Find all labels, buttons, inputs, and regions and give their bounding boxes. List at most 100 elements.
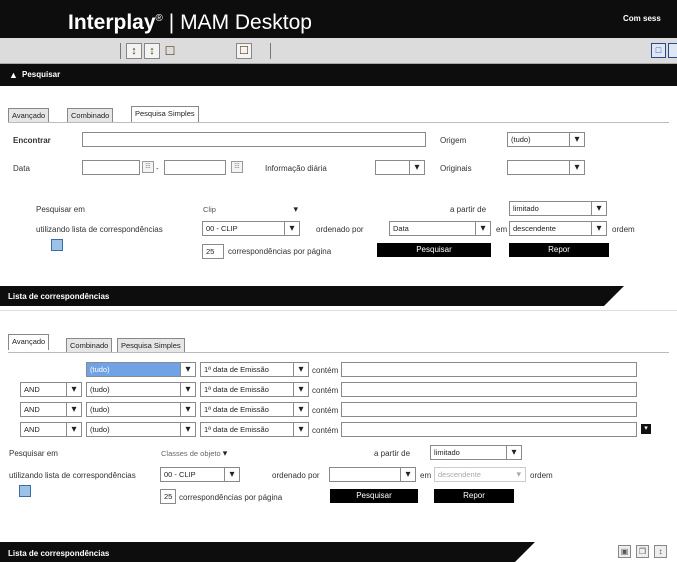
app-header: Interplay® | MAM Desktop Com sess — [0, 0, 677, 38]
criteria-attribute-select[interactable]: 1ª data de Emissão — [200, 402, 309, 417]
criteria-condition: contém — [312, 426, 339, 435]
search-section-header[interactable]: ▲ Pesquisar — [0, 64, 677, 86]
chevron-down-icon[interactable]: ▾ — [223, 448, 228, 458]
save-query-icon[interactable] — [51, 239, 63, 251]
search-in-select[interactable]: Classes de objeto ▾ — [161, 447, 251, 460]
cart-remove-icon[interactable]: ↕ — [144, 43, 160, 59]
criteria-field-value: (tudo) — [90, 405, 110, 414]
cart-add-icon[interactable]: ↕ — [654, 545, 667, 558]
criteria-operator-select[interactable]: AND — [20, 382, 82, 397]
chevron-down-icon[interactable] — [506, 446, 521, 459]
chevron-down-icon[interactable] — [180, 403, 195, 416]
results-list-header[interactable]: Lista de correspondências — [0, 286, 604, 306]
chevron-down-icon[interactable] — [284, 222, 299, 235]
chevron-down-icon[interactable] — [180, 423, 195, 436]
chevron-down-icon[interactable] — [66, 423, 81, 436]
caret-up-icon[interactable]: ▲ — [9, 69, 18, 81]
criteria-operator-value: AND — [24, 385, 40, 394]
tab-advanced[interactable]: Avançado — [8, 108, 50, 122]
chevron-down-icon[interactable] — [569, 133, 584, 146]
results-bar-tail — [604, 286, 624, 306]
screenshot-separator — [0, 310, 677, 311]
criteria-field-select[interactable]: (tudo) — [86, 402, 196, 417]
find-input[interactable] — [82, 132, 426, 147]
calendar-icon[interactable]: ☷ — [142, 161, 154, 173]
reset-button[interactable]: Repor — [509, 243, 609, 257]
cart-icon[interactable]: ☐ — [162, 43, 178, 59]
criteria-field-select[interactable]: (tudo) — [86, 422, 196, 437]
save-query-icon[interactable] — [19, 485, 31, 497]
copy-icon[interactable]: ❐ — [636, 545, 649, 558]
in-label: em — [496, 225, 508, 234]
per-page-input[interactable]: 25 — [202, 244, 224, 259]
chevron-down-icon[interactable] — [591, 202, 606, 215]
ordered-by-select[interactable] — [329, 467, 416, 482]
criteria-value-input[interactable] — [341, 382, 637, 397]
tab-simple-search[interactable]: Pesquisa Simples — [117, 338, 185, 352]
tab-simple-search[interactable]: Pesquisa Simples — [131, 106, 199, 122]
results-list-title: Lista de correspondências — [8, 549, 110, 558]
add-criteria-icon[interactable]: ▾ — [641, 424, 651, 434]
calendar-icon[interactable]: ☷ — [231, 161, 243, 173]
search-button[interactable]: Pesquisar — [330, 489, 418, 503]
criteria-attribute-select[interactable]: 1ª data de Emissão — [200, 382, 309, 397]
date-to-input[interactable] — [164, 160, 226, 175]
search-in-select[interactable]: Clip ▾ — [203, 203, 298, 216]
from-select[interactable]: limitado — [430, 445, 522, 460]
from-label: a partir de — [374, 449, 411, 458]
ordered-by-label: ordenado por — [272, 471, 320, 480]
origin-value: (tudo) — [511, 135, 531, 144]
criteria-value-input[interactable] — [341, 362, 637, 377]
ordered-by-select[interactable]: Data — [389, 221, 491, 236]
match-list-select[interactable]: 00 - CLIP — [160, 467, 240, 482]
chevron-down-icon[interactable] — [66, 403, 81, 416]
chevron-down-icon[interactable] — [293, 383, 308, 396]
match-list-select[interactable]: 00 - CLIP — [202, 221, 300, 236]
order-direction-value: descendente — [438, 470, 481, 479]
chevron-down-icon[interactable] — [293, 403, 308, 416]
criteria-attribute-select[interactable]: 1ª data de Emissão — [200, 422, 309, 437]
originals-select[interactable] — [507, 160, 585, 175]
tab-combined[interactable]: Combinado — [67, 108, 114, 122]
tab-combined[interactable]: Combinado — [66, 338, 113, 352]
chevron-down-icon[interactable] — [475, 222, 490, 235]
chevron-down-icon[interactable] — [409, 161, 424, 174]
date-from-input[interactable] — [82, 160, 140, 175]
chevron-down-icon[interactable]: ▾ — [293, 203, 298, 216]
chevron-down-icon[interactable]: ▾ — [516, 468, 521, 481]
criteria-value-input[interactable] — [341, 422, 637, 437]
tab-advanced[interactable]: Avançado — [8, 334, 50, 350]
order-direction-select[interactable]: descendente ▾ — [434, 467, 526, 482]
chevron-down-icon[interactable] — [569, 161, 584, 174]
reset-button[interactable]: Repor — [434, 489, 514, 503]
order-direction-value: descendente — [513, 224, 556, 233]
criteria-attribute-value: 1ª data de Emissão — [204, 405, 269, 414]
chevron-down-icon[interactable] — [180, 363, 195, 376]
per-page-input[interactable]: 25 — [160, 489, 176, 504]
chevron-down-icon[interactable] — [293, 423, 308, 436]
criteria-field-select[interactable]: (tudo) — [86, 382, 196, 397]
order-label: ordem — [612, 225, 635, 234]
chevron-down-icon[interactable] — [591, 222, 606, 235]
daily-info-select[interactable] — [375, 160, 425, 175]
window-minimize-icon[interactable]: □ — [651, 43, 666, 58]
criteria-attribute-select[interactable]: 1ª data de Emissão — [200, 362, 309, 377]
criteria-field-select[interactable]: (tudo) — [86, 362, 196, 377]
cart-open-icon[interactable]: ☐ — [236, 43, 252, 59]
chevron-down-icon[interactable] — [400, 468, 415, 481]
criteria-value-input[interactable] — [341, 402, 637, 417]
criteria-operator-select[interactable]: AND — [20, 402, 82, 417]
window-maximize-icon[interactable] — [668, 43, 677, 58]
cart-add-icon[interactable]: ↕ — [126, 43, 142, 59]
criteria-operator-select[interactable]: AND — [20, 422, 82, 437]
chevron-down-icon[interactable] — [180, 383, 195, 396]
chevron-down-icon[interactable] — [66, 383, 81, 396]
search-button[interactable]: Pesquisar — [377, 243, 491, 257]
results-list-header[interactable]: Lista de correspondências — [0, 542, 515, 562]
chevron-down-icon[interactable] — [224, 468, 239, 481]
from-select[interactable]: limitado — [509, 201, 607, 216]
origin-select[interactable]: (tudo) — [507, 132, 585, 147]
save-icon[interactable]: ▣ — [618, 545, 631, 558]
chevron-down-icon[interactable] — [293, 363, 308, 376]
order-direction-select[interactable]: descendente — [509, 221, 607, 236]
